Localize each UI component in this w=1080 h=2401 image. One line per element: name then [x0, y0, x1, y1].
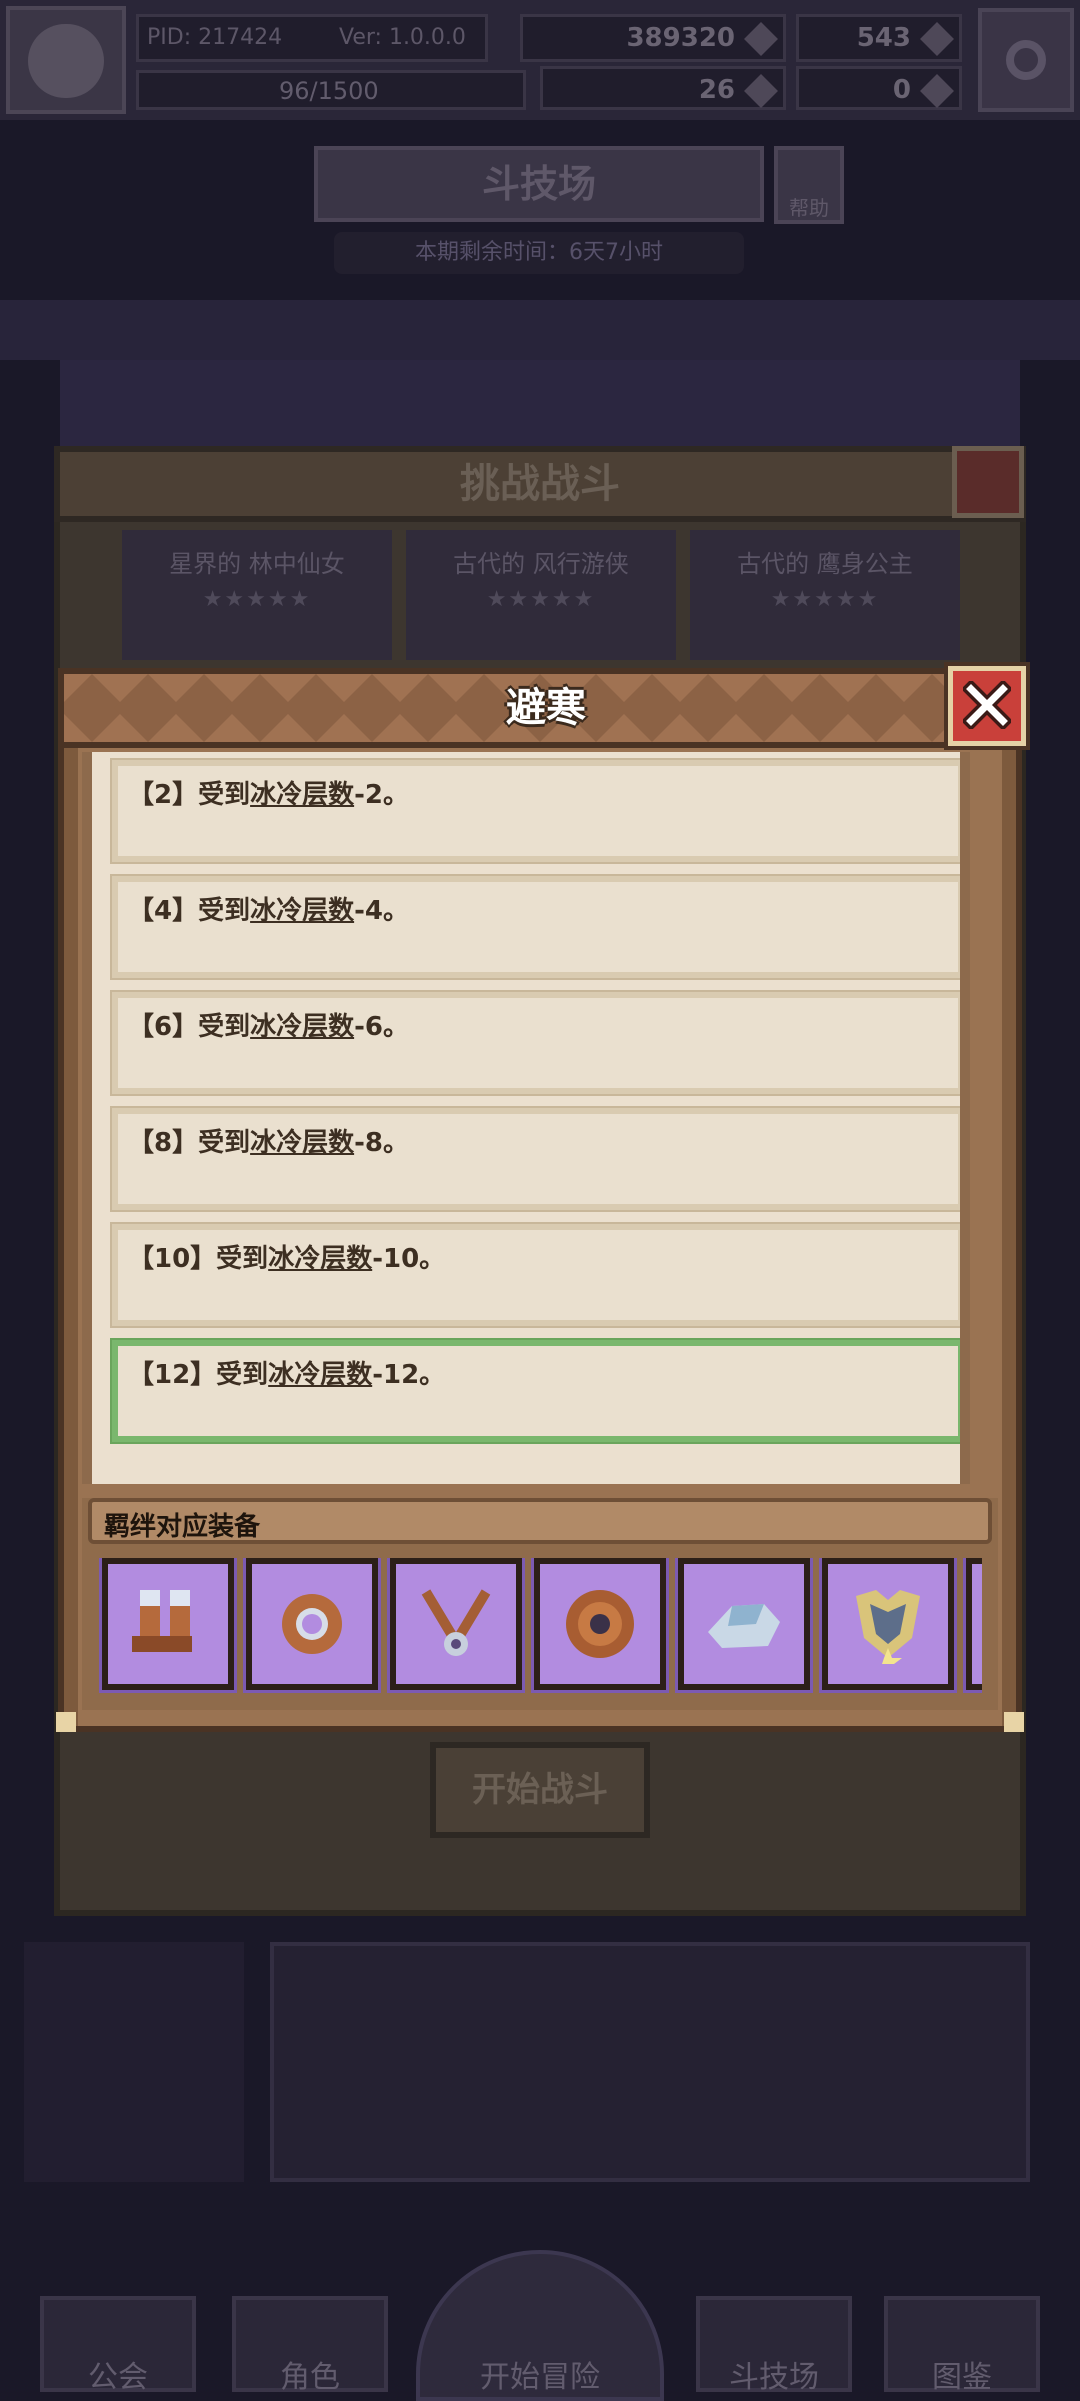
- version-label: Ver: 1.0.0.0: [339, 25, 466, 50]
- modal-header: 避寒: [58, 668, 1022, 748]
- help-button[interactable]: 帮助: [774, 146, 844, 224]
- equipment-slot[interactable]: [99, 1558, 237, 1693]
- ticket-counter: 0: [796, 66, 962, 110]
- hero-stars: ★★★★★: [486, 587, 596, 612]
- gem-icon: [920, 22, 954, 56]
- list-item: 【6】受到冰冷层数-6。: [110, 990, 960, 1096]
- hero-card-1[interactable]: 星界的 林中仙女 ★★★★★: [122, 530, 392, 660]
- keyword-link[interactable]: 冰冷层数: [268, 1360, 372, 1390]
- remaining-time-label: 本期剩余时间：6天7小时: [415, 240, 663, 265]
- bottom-nav: 公会 角色 开始冒险 斗技场 图鉴: [0, 2250, 1080, 2401]
- nav-arena[interactable]: 斗技场: [696, 2296, 852, 2395]
- equipment-slot[interactable]: [675, 1558, 813, 1693]
- challenge-header: 挑战战斗: [54, 446, 1026, 522]
- shoulder-armor-icon: [708, 1604, 780, 1648]
- bonus-list[interactable]: 【2】受到冰冷层数-2。 【4】受到冰冷层数-4。 【6】受到冰冷层数-6。 【…: [82, 752, 970, 1484]
- player-id: PID: 217424: [147, 25, 283, 50]
- help-label: 帮助: [789, 196, 829, 220]
- start-battle-label: 开始战斗: [472, 1770, 608, 1810]
- amulet-icon: [421, 1589, 491, 1656]
- gold-counter: 389320: [520, 14, 786, 62]
- player-id-bar: PID: 217424 Ver: 1.0.0.0: [136, 14, 488, 62]
- arena-building: [60, 360, 1020, 450]
- ticket-icon: [920, 74, 954, 108]
- equipment-slot[interactable]: [819, 1558, 957, 1693]
- bond-label: 羁绊对应装备: [104, 1512, 261, 1542]
- modal-title: 避寒: [506, 685, 586, 731]
- ticket-value: 0: [892, 75, 911, 105]
- nav-adventure-label: 开始冒险: [480, 2360, 600, 2395]
- team-stats-panel: [24, 1942, 244, 2182]
- hero-name: 星界的 林中仙女: [169, 550, 345, 578]
- keyword-link[interactable]: 冰冷层数: [268, 1244, 372, 1274]
- ring-icon: [282, 1594, 342, 1654]
- bonus-text: 【10】受到冰冷层数-10。: [128, 1244, 446, 1274]
- close-icon: [963, 681, 1011, 729]
- gold-value: 389320: [626, 23, 735, 53]
- arena-title-banner: 斗技场: [314, 146, 764, 222]
- stamina-value: 96/1500: [279, 77, 379, 105]
- list-item: 【10】受到冰冷层数-10。: [110, 1222, 960, 1328]
- gem-value: 543: [856, 23, 911, 53]
- hero-card-3[interactable]: 古代的 鹰身公主 ★★★★★: [690, 530, 960, 660]
- key-value: 26: [698, 75, 735, 105]
- close-button[interactable]: [944, 662, 1030, 750]
- start-battle-button[interactable]: 开始战斗: [430, 1742, 650, 1838]
- challenge-close-button[interactable]: [952, 446, 1024, 518]
- equipment-slot[interactable]: [243, 1558, 381, 1693]
- hero-name: 古代的 鹰身公主: [737, 550, 913, 578]
- equipment-slot[interactable]: [963, 1558, 982, 1693]
- hero-card-2[interactable]: 古代的 风行游侠 ★★★★★: [406, 530, 676, 660]
- shield-icon: [566, 1590, 634, 1658]
- corner-ornament: [1004, 1712, 1024, 1732]
- nav-guild[interactable]: 公会: [40, 2296, 196, 2395]
- bonus-text: 【6】受到冰冷层数-6。: [128, 1012, 409, 1042]
- bond-label-bar: 羁绊对应装备: [88, 1498, 992, 1544]
- nav-codex[interactable]: 图鉴: [884, 2296, 1040, 2395]
- key-icon: [744, 74, 778, 108]
- nav-arena-label: 斗技场: [729, 2360, 819, 2395]
- chest-armor-icon: [856, 1590, 920, 1664]
- bond-equipment-section: 羁绊对应装备: [82, 1498, 998, 1710]
- arena-title: 斗技场: [481, 162, 596, 206]
- list-item: 【8】受到冰冷层数-8。: [110, 1106, 960, 1212]
- equipment-row[interactable]: [98, 1558, 982, 1694]
- gold-icon: [744, 22, 778, 56]
- top-bar: PID: 217424 Ver: 1.0.0.0 389320 543 96/1…: [0, 0, 1080, 120]
- bonus-text: 【12】受到冰冷层数-12。: [128, 1360, 446, 1390]
- stamina-bar: 96/1500: [136, 70, 526, 110]
- gear-icon: [1006, 40, 1046, 80]
- remaining-time: 本期剩余时间：6天7小时: [334, 232, 744, 274]
- avatar[interactable]: [6, 6, 126, 114]
- keyword-link[interactable]: 冰冷层数: [250, 1012, 354, 1042]
- boots-icon: [132, 1590, 192, 1652]
- bonus-text: 【8】受到冰冷层数-8。: [128, 1128, 409, 1158]
- avatar-face-icon: [28, 24, 104, 98]
- challenge-title: 挑战战斗: [460, 461, 620, 507]
- keyword-link[interactable]: 冰冷层数: [250, 1128, 354, 1158]
- keyword-link[interactable]: 冰冷层数: [250, 780, 354, 810]
- nav-guild-label: 公会: [88, 2360, 148, 2395]
- hero-stars: ★★★★★: [770, 587, 880, 612]
- bonus-text: 【4】受到冰冷层数-4。: [128, 896, 409, 926]
- hero-stars: ★★★★★: [202, 587, 312, 612]
- settings-button[interactable]: [978, 8, 1074, 112]
- hero-name: 古代的 风行游侠: [453, 550, 629, 578]
- background-stripe: [0, 300, 1080, 360]
- list-item: 【2】受到冰冷层数-2。: [110, 758, 960, 864]
- corner-ornament: [56, 1712, 76, 1732]
- gem-counter: 543: [796, 14, 962, 62]
- equipment-slot[interactable]: [531, 1558, 669, 1693]
- nav-character[interactable]: 角色: [232, 2296, 388, 2395]
- list-item: 【4】受到冰冷层数-4。: [110, 874, 960, 980]
- team-preview: [270, 1942, 1030, 2182]
- nav-character-label: 角色: [280, 2360, 340, 2395]
- key-counter: 26: [540, 66, 786, 110]
- nav-adventure[interactable]: 开始冒险: [416, 2250, 664, 2401]
- nav-codex-label: 图鉴: [932, 2360, 992, 2395]
- bonus-text: 【2】受到冰冷层数-2。: [128, 780, 409, 810]
- list-item-active: 【12】受到冰冷层数-12。: [110, 1338, 960, 1444]
- equipment-slot[interactable]: [387, 1558, 525, 1693]
- keyword-link[interactable]: 冰冷层数: [250, 896, 354, 926]
